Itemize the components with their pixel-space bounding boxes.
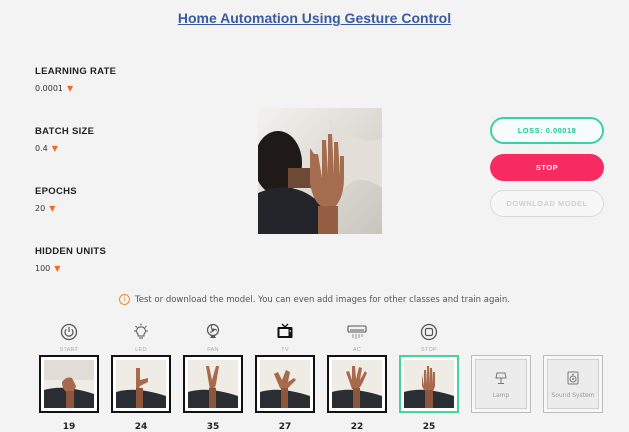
sample-count: 27 [278, 422, 292, 432]
empty-class-label: Lamp [492, 391, 510, 399]
tv-icon [252, 322, 318, 342]
speaker-icon [566, 370, 580, 389]
empty-class-slot: Lamp [475, 359, 527, 409]
page-title: Home Automation Using Gesture Control [177, 10, 452, 26]
hidden-units-dropdown[interactable]: 100 ▼ [35, 264, 60, 273]
fan-icon [180, 322, 246, 342]
gesture-thumbnail [332, 360, 382, 408]
class-label: LED [135, 347, 147, 353]
caret-down-icon: ▼ [51, 144, 58, 153]
epochs-value: 20 [35, 204, 46, 213]
gesture-thumbnail [260, 360, 310, 408]
class-start: START [36, 322, 102, 353]
gesture-thumbnail [44, 360, 94, 408]
stop-button[interactable]: STOP [490, 154, 604, 181]
sample-count: 22 [350, 422, 364, 432]
gesture-thumbnail [188, 360, 238, 408]
bulb-icon [108, 322, 174, 342]
sample-count: 24 [134, 422, 148, 432]
ac-icon [324, 322, 390, 342]
info-text: Test or download the model. You can even… [134, 295, 510, 305]
empty-class-label: Sound System [551, 391, 595, 399]
learning-rate-value: 0.0001 [35, 84, 63, 93]
class-thumbnail-led[interactable] [111, 355, 171, 413]
stop-icon [396, 322, 462, 342]
caret-down-icon: ▼ [67, 84, 74, 93]
sample-count: 19 [62, 422, 76, 432]
class-thumbnail-stop[interactable] [399, 355, 459, 413]
class-fan: FAN [180, 322, 246, 353]
class-thumbnail-ac[interactable] [327, 355, 387, 413]
class-label: TV [281, 347, 289, 353]
info-icon: i [118, 294, 130, 305]
gesture-thumbnail [404, 360, 454, 408]
hidden-units-value: 100 [35, 264, 51, 273]
info-message: i Test or download the model. You can eve… [0, 294, 629, 305]
learning-rate-label: LEARNING RATE [35, 66, 117, 77]
class-ac: AC [324, 322, 390, 353]
empty-class-slot: Sound System [547, 359, 599, 409]
download-model-button[interactable]: DOWNLOAD MODEL [490, 190, 604, 217]
class-led: LED [108, 322, 174, 353]
class-thumbnail-sound-system[interactable]: Sound System [543, 355, 603, 413]
lamp-icon [494, 370, 508, 389]
batch-size-value: 0.4 [35, 144, 48, 153]
class-label: START [59, 347, 79, 353]
caret-down-icon: ▼ [54, 264, 61, 273]
class-thumbnail-tv[interactable] [255, 355, 315, 413]
sample-count: 35 [206, 422, 220, 432]
class-thumbnail-fan[interactable] [183, 355, 243, 413]
caret-down-icon: ▼ [49, 204, 56, 213]
hidden-units-label: HIDDEN UNITS [35, 246, 107, 257]
class-tv: TV [252, 322, 318, 353]
class-label: AC [352, 347, 362, 353]
gesture-thumbnail [116, 360, 166, 408]
epochs-label: EPOCHS [35, 186, 77, 197]
epochs-dropdown[interactable]: 20 ▼ [35, 204, 55, 213]
class-thumbnail-lamp[interactable]: Lamp [471, 355, 531, 413]
loss-indicator-button[interactable]: LOSS: 0.00018 [490, 117, 604, 144]
webcam-frame-image [258, 108, 382, 234]
class-thumbnail-start[interactable] [39, 355, 99, 413]
learning-rate-dropdown[interactable]: 0.0001 ▼ [35, 84, 73, 93]
power-icon [36, 322, 102, 342]
webcam-preview [258, 108, 382, 234]
class-stop: STOP [396, 322, 462, 353]
class-label: STOP [420, 347, 438, 353]
class-label: FAN [207, 347, 219, 353]
batch-size-label: BATCH SIZE [35, 126, 95, 137]
batch-size-dropdown[interactable]: 0.4 ▼ [35, 144, 58, 153]
sample-count: 25 [422, 422, 436, 432]
